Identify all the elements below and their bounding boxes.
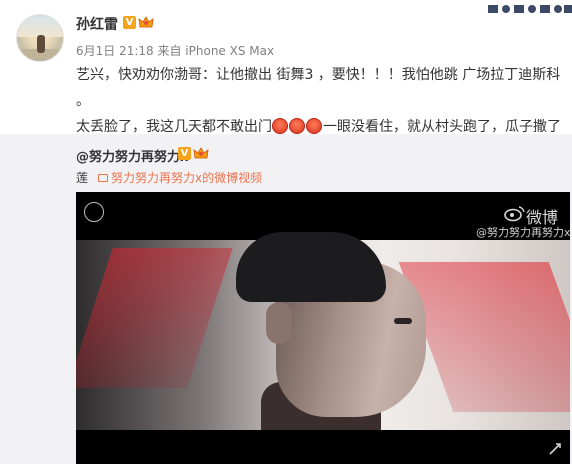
avatar-figure <box>37 35 45 53</box>
top-right-icons <box>488 0 572 13</box>
post-meta[interactable]: 6月1日 21:18 来自 iPhone XS Max <box>76 42 274 59</box>
angry-emoji-icon <box>289 118 305 134</box>
verified-badge-icon: V <box>123 16 136 29</box>
post-text-line1: 艺兴，快劝劝你渤哥：让他撤出 街舞3 ，要快！！！我怕他跳 广场拉丁迪斯科 。 <box>76 67 561 109</box>
video-watermark: @努力努力再努力x <box>476 226 570 239</box>
corner-decoration-icon <box>488 5 572 13</box>
video-bottom-bar <box>76 430 570 464</box>
post-text-line2b: 一眼没看住，就从村头跑了，瓜子撒了 <box>323 119 561 135</box>
crown-icon <box>138 16 154 28</box>
verified-badge-icon: V <box>178 147 191 160</box>
angry-emoji-icon <box>272 118 288 134</box>
repost-tag: 莲 <box>76 171 89 185</box>
video-logo-icon <box>84 202 104 222</box>
repost-video-link-text: 努力努力再努力x的微博视频 <box>111 171 263 185</box>
repost-card: @努力努力再努力x V 莲 努力努力再努力x的微博视频 微博 @努力努力再努力x <box>0 134 572 464</box>
angry-emoji-icon <box>306 118 322 134</box>
video-person-ear <box>266 302 292 344</box>
avatar-sky <box>17 15 63 37</box>
repost-author[interactable]: @努力努力再努力x <box>76 146 188 165</box>
post-text-line2a: 太丢脸了，我这几天都不敢出门 <box>76 119 272 135</box>
author-name[interactable]: 孙红雷 <box>76 14 118 34</box>
video-player[interactable]: 微博 @努力努力再努力x <box>76 192 570 464</box>
repost-video-link[interactable]: 努力努力再努力x的微博视频 <box>98 169 262 186</box>
video-link-icon <box>98 174 108 182</box>
crown-icon <box>193 147 209 159</box>
video-person-hair <box>236 232 386 302</box>
author-avatar[interactable] <box>16 14 64 62</box>
weibo-post: 孙红雷 V 6月1日 21:18 来自 iPhone XS Max 艺兴，快劝劝… <box>0 0 572 161</box>
video-person-eye <box>394 318 412 324</box>
fullscreen-icon[interactable] <box>548 442 562 456</box>
weibo-logo-icon <box>504 206 525 222</box>
